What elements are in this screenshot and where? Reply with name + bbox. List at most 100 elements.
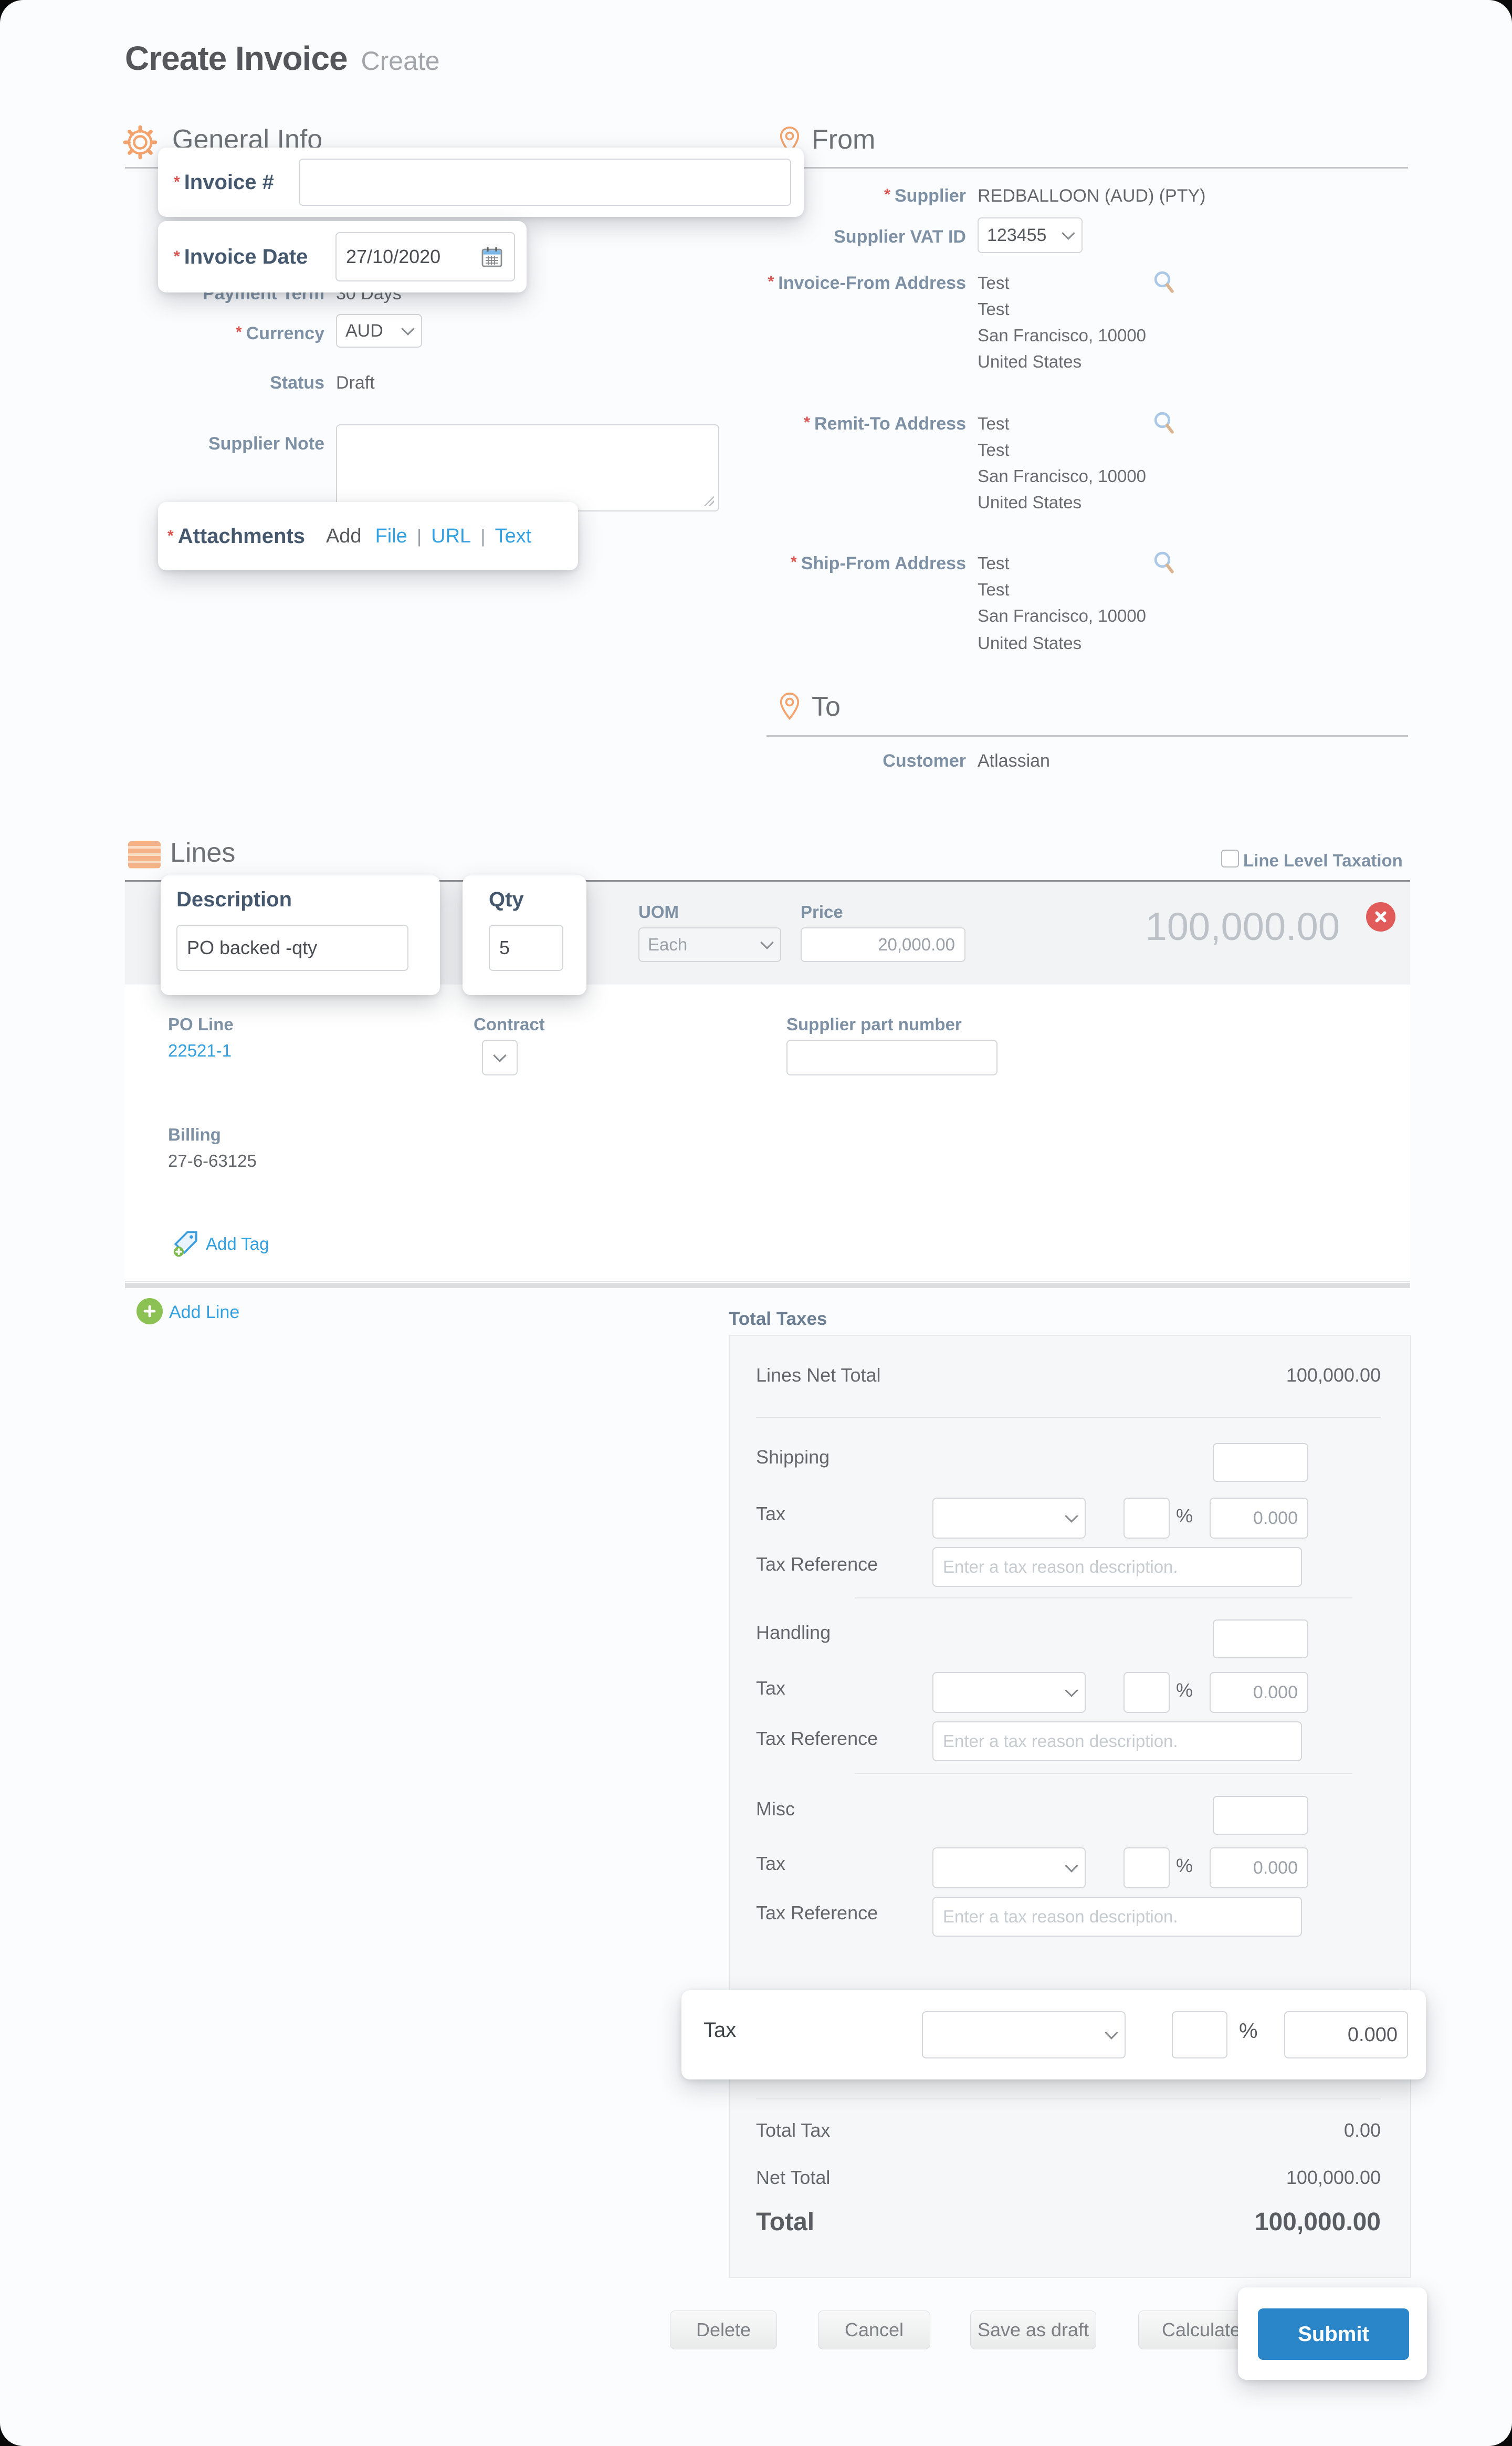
misc-tax-reference-input[interactable] xyxy=(932,1897,1302,1937)
supplier-vat-select[interactable]: 123455 xyxy=(978,217,1083,253)
misc-label: Misc xyxy=(756,1798,795,1820)
add-tag-icon[interactable] xyxy=(171,1229,200,1257)
shipping-tax-percent-input[interactable] xyxy=(1124,1498,1170,1539)
description-input[interactable] xyxy=(176,925,408,971)
status-label: Status xyxy=(270,373,324,393)
search-icon[interactable] xyxy=(1152,550,1177,576)
remit-to-address-label: * Remit-To Address xyxy=(804,414,966,434)
search-icon[interactable] xyxy=(1152,270,1177,295)
address-line: United States xyxy=(978,352,1082,371)
handling-tax-select[interactable] xyxy=(932,1672,1086,1713)
shipping-tax-select[interactable] xyxy=(932,1498,1086,1539)
required-asterisk: * xyxy=(884,186,890,203)
price-input[interactable] xyxy=(801,927,965,962)
shipping-tax-amount-input[interactable] xyxy=(1210,1498,1308,1539)
tax-callout: Tax % xyxy=(681,1990,1426,2079)
to-divider xyxy=(766,735,1408,737)
net-total-label: Net Total xyxy=(756,2167,831,2188)
add-line-link[interactable]: Add Line xyxy=(169,1302,239,1323)
attachments-add-text-link[interactable]: Text xyxy=(495,525,532,548)
currency-select[interactable]: AUD xyxy=(336,314,422,348)
contract-label: Contract xyxy=(474,1015,545,1034)
contract-select[interactable] xyxy=(482,1040,518,1075)
address-line: United States xyxy=(978,493,1082,512)
uom-select[interactable]: Each xyxy=(638,927,781,962)
required-asterisk: * xyxy=(167,527,174,545)
billing-label: Billing xyxy=(168,1125,221,1144)
supplier-note-textarea[interactable] xyxy=(336,424,719,511)
supplier-note-label: Supplier Note xyxy=(208,434,324,454)
price-label: Price xyxy=(801,902,843,922)
supplier-part-number-input[interactable] xyxy=(786,1040,998,1075)
misc-amount-input[interactable] xyxy=(1213,1796,1308,1835)
percent-sign: % xyxy=(1176,1505,1193,1527)
supplier-part-number-label: Supplier part number xyxy=(786,1015,962,1034)
misc-tax-amount-input[interactable] xyxy=(1210,1847,1308,1888)
chevron-down-icon xyxy=(1062,226,1075,240)
po-line-link[interactable]: 22521-1 xyxy=(168,1041,232,1061)
address-line: San Francisco, 10000 xyxy=(978,326,1147,345)
handling-tax-reference-input[interactable] xyxy=(932,1721,1302,1761)
add-line-icon[interactable] xyxy=(136,1298,163,1324)
address-line: Test xyxy=(978,299,1010,319)
currency-select-value: AUD xyxy=(345,320,383,341)
percent-sign: % xyxy=(1239,2020,1258,2043)
handling-label: Handling xyxy=(756,1622,831,1643)
line-level-taxation-checkbox[interactable] xyxy=(1221,850,1239,867)
address-line: United States xyxy=(978,633,1082,653)
description-label: Description xyxy=(176,888,292,911)
chevron-down-icon xyxy=(1065,1509,1078,1523)
search-icon[interactable] xyxy=(1152,411,1177,436)
attachments-add-file-link[interactable]: File xyxy=(375,525,407,548)
lines-net-total-label: Lines Net Total xyxy=(756,1364,881,1386)
shipping-amount-input[interactable] xyxy=(1213,1443,1308,1482)
qty-input[interactable] xyxy=(489,925,563,971)
tax-reference-label: Tax Reference xyxy=(756,1553,878,1575)
separator: | xyxy=(480,525,486,547)
tax-amount-input[interactable] xyxy=(1284,2011,1408,2058)
qty-label: Qty xyxy=(489,888,524,911)
invoice-number-label: * Invoice # xyxy=(174,171,274,194)
tax-select[interactable] xyxy=(922,2011,1126,2058)
required-asterisk: * xyxy=(768,273,774,290)
billing-value: 27-6-63125 xyxy=(168,1151,257,1170)
add-tag-link[interactable]: Add Tag xyxy=(206,1234,269,1254)
delete-line-icon[interactable] xyxy=(1366,902,1395,932)
required-asterisk: * xyxy=(804,414,810,431)
create-invoice-page: Create Invoice Create General Info From … xyxy=(0,0,1512,2446)
textarea-resize-handle[interactable] xyxy=(702,495,714,506)
ship-from-address-label: * Ship-From Address xyxy=(791,553,966,573)
invoice-number-input[interactable] xyxy=(299,159,791,206)
tax-label: Tax xyxy=(756,1853,786,1874)
tax-percent-input[interactable] xyxy=(1172,2011,1227,2058)
lines-net-total-value: 100,000.00 xyxy=(1286,1364,1381,1386)
chevron-down-icon xyxy=(1105,2026,1118,2040)
page-subtitle: Create xyxy=(361,46,440,76)
tax-label: Tax xyxy=(756,1503,786,1524)
handling-tax-percent-input[interactable] xyxy=(1124,1672,1170,1713)
required-asterisk: * xyxy=(791,553,797,571)
supplier-value: REDBALLOON (AUD) (PTY) xyxy=(978,186,1206,206)
lines-section-title: Lines xyxy=(170,838,236,868)
cancel-button[interactable]: Cancel xyxy=(818,2311,930,2349)
shipping-tax-reference-input[interactable] xyxy=(932,1547,1302,1587)
calendar-icon[interactable] xyxy=(479,244,505,269)
chevron-down-icon xyxy=(401,322,415,336)
invoice-date-input[interactable]: 27/10/2020 xyxy=(335,232,515,281)
submit-callout: Submit xyxy=(1238,2287,1427,2380)
save-as-draft-button[interactable]: Save as draft xyxy=(970,2311,1096,2349)
shipping-label: Shipping xyxy=(756,1446,830,1468)
totals-divider xyxy=(855,1597,1352,1598)
submit-button[interactable]: Submit xyxy=(1258,2308,1409,2360)
total-value: 100,000.00 xyxy=(1254,2208,1381,2236)
chevron-down-icon xyxy=(1065,1859,1078,1873)
misc-tax-percent-input[interactable] xyxy=(1124,1847,1170,1888)
attachments-add-url-link[interactable]: URL xyxy=(431,525,471,548)
misc-tax-select[interactable] xyxy=(932,1847,1086,1888)
customer-value: Atlassian xyxy=(978,751,1050,771)
handling-amount-input[interactable] xyxy=(1213,1619,1308,1658)
lines-icon xyxy=(128,841,161,869)
delete-button[interactable]: Delete xyxy=(670,2311,777,2349)
handling-tax-amount-input[interactable] xyxy=(1210,1672,1308,1713)
total-taxes-title: Total Taxes xyxy=(729,1309,827,1329)
